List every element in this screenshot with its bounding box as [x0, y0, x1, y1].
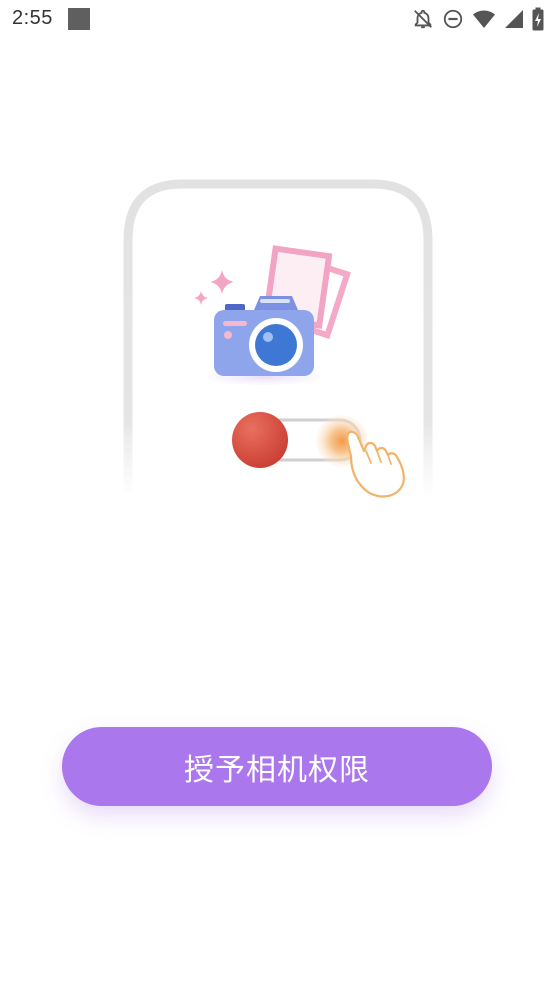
notification-app-icon	[68, 8, 90, 30]
camera-permission-illustration	[110, 170, 445, 510]
status-bar: 2:55	[0, 0, 554, 40]
grant-camera-permission-button[interactable]: 授予相机权限	[62, 727, 492, 806]
wifi-icon	[472, 8, 496, 30]
signal-icon	[504, 8, 524, 30]
battery-charging-icon	[532, 7, 544, 31]
status-icons	[412, 6, 544, 32]
status-time: 2:55	[12, 7, 53, 29]
grant-camera-permission-label: 授予相机权限	[184, 752, 370, 788]
do-not-disturb-icon	[442, 8, 464, 30]
permission-screen: 2:55 授予相机权限	[0, 0, 554, 985]
sparkle-icon	[194, 270, 234, 305]
notifications-off-icon	[412, 8, 434, 30]
tap-hand-icon	[316, 415, 405, 498]
